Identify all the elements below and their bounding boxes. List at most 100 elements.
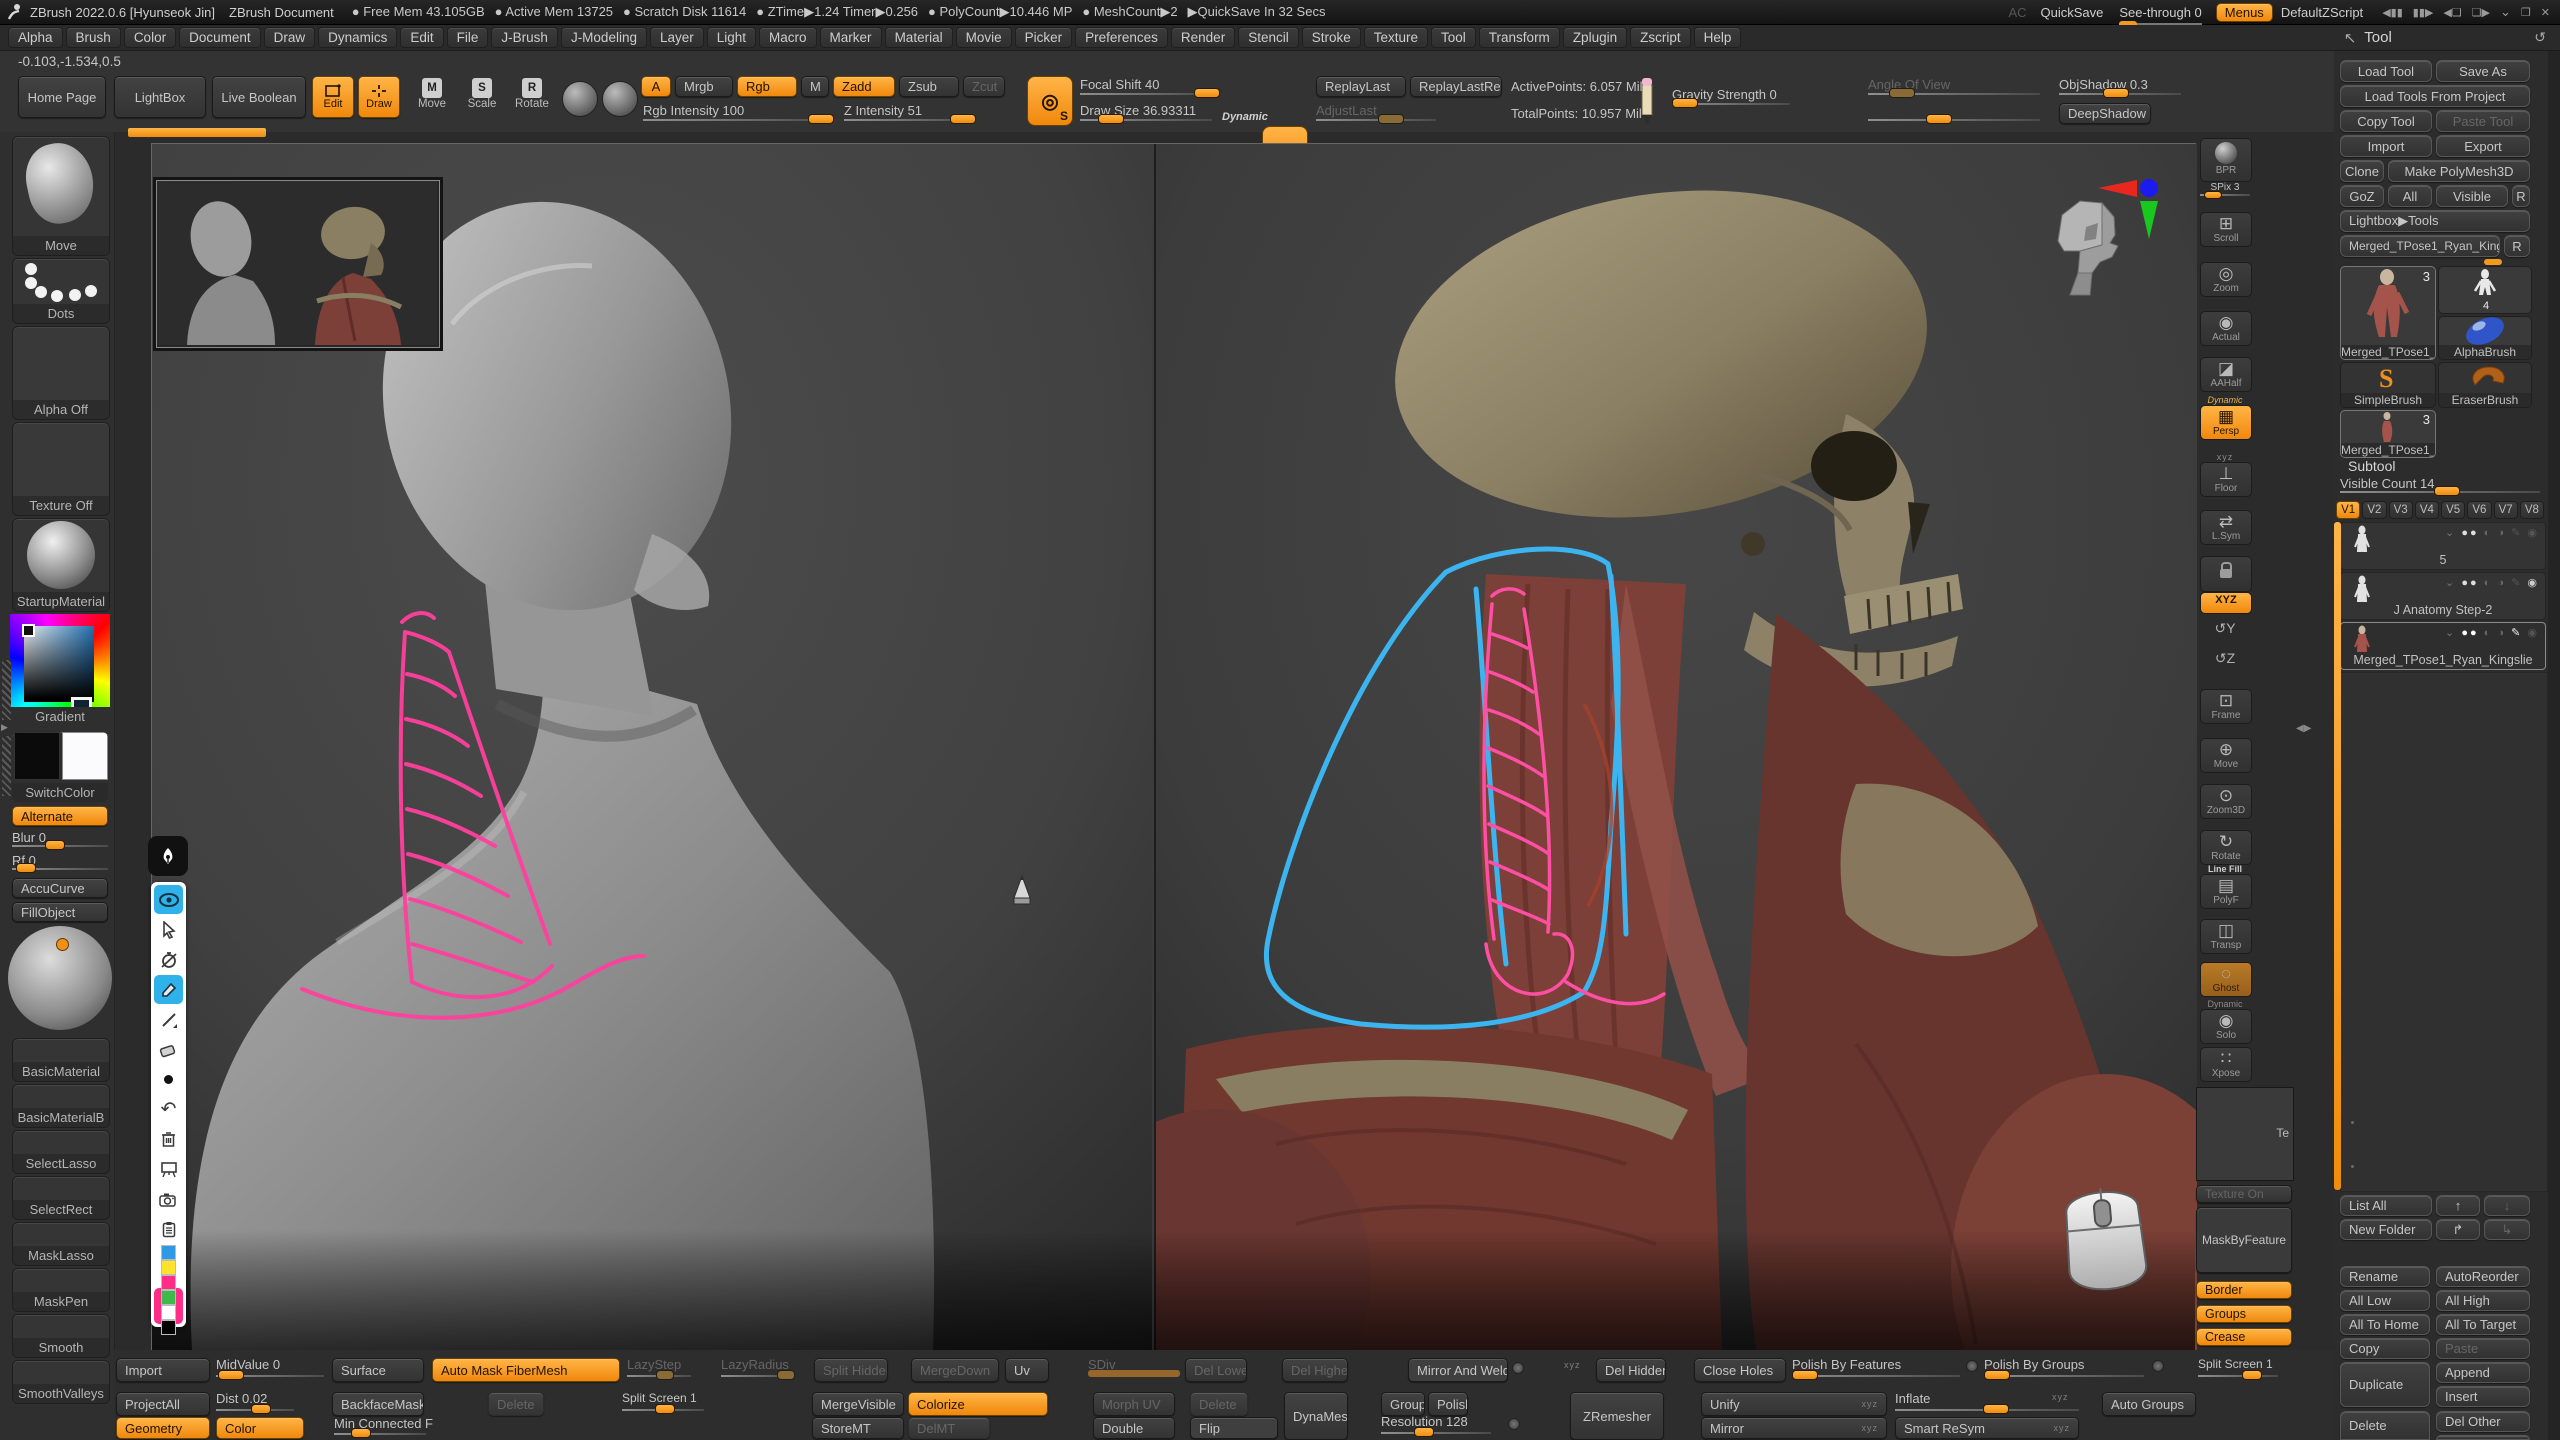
home-page-button[interactable]: Home Page	[18, 76, 106, 118]
append-button[interactable]: Append	[2436, 1362, 2530, 1383]
switch-color[interactable]: SwitchColor	[12, 732, 108, 802]
gravity-strength-slider[interactable]: Gravity Strength 0	[1672, 87, 1790, 109]
live-boolean-button[interactable]: Live Boolean	[212, 76, 306, 118]
close-button[interactable]: ✕	[2541, 6, 2550, 19]
menus-toggle-button[interactable]: Menus	[2216, 3, 2273, 22]
menu-item[interactable]: Marker	[820, 27, 882, 48]
bb-smart-resym-button[interactable]: Smart ReSymxyz	[1895, 1417, 2079, 1439]
bb-mergedown-button[interactable]: MergeDown	[911, 1358, 999, 1382]
strip-actual-button[interactable]: ◉Actual	[2200, 311, 2252, 346]
quick-pick-item[interactable]: BasicMaterialB	[12, 1084, 110, 1128]
adjust-last-slider[interactable]: AdjustLast	[1316, 103, 1436, 125]
load-tool-button[interactable]: Load Tool	[2340, 60, 2432, 82]
strip-floor-button[interactable]: ⊥Floor	[2200, 462, 2252, 497]
bb-double-button[interactable]: Double	[1093, 1417, 1175, 1439]
menu-item[interactable]: Macro	[759, 27, 817, 48]
bb-split-hidden-button[interactable]: Split Hidden	[814, 1358, 888, 1382]
current-material-sphere[interactable]	[8, 926, 112, 1030]
active-tool-name-button[interactable]: Merged_TPose1_Ryan_Kingsli	[2340, 235, 2500, 257]
strip-lock-button[interactable]	[2200, 556, 2252, 592]
menu-item[interactable]: Stroke	[1302, 27, 1361, 48]
strip-zoom3d-button[interactable]: ⊙Zoom3D	[2200, 784, 2252, 819]
lightbox-tools-button[interactable]: Lightbox▶Tools	[2340, 210, 2530, 232]
draw-size-slider[interactable]: Draw Size 36.93311	[1080, 103, 1212, 125]
m-toggle[interactable]: M	[801, 76, 829, 97]
quicksave-button[interactable]: QuickSave	[2041, 5, 2104, 20]
draw-button[interactable]: Draw	[358, 76, 400, 118]
lightbox-button[interactable]: LightBox	[114, 76, 206, 118]
bb-unify-button[interactable]: Unifyxyz	[1701, 1392, 1887, 1416]
menu-item[interactable]: Zscript	[1630, 27, 1691, 48]
fillobject-button[interactable]: FillObject	[12, 902, 108, 922]
strip-polyf-button[interactable]: ▤PolyF	[2200, 874, 2252, 909]
menu-item[interactable]: Render	[1171, 27, 1235, 48]
timer-tool-button[interactable]	[154, 945, 183, 974]
bb-mergevisible-button[interactable]: MergeVisible	[812, 1392, 904, 1416]
strip-rotate-y-button[interactable]: ↺Y	[2200, 618, 2250, 644]
move-subtool-up-button[interactable]: ↑	[2436, 1195, 2480, 1216]
menu-item[interactable]: Dynamics	[318, 27, 397, 48]
strip-persp-button[interactable]: ▦Persp	[2200, 405, 2252, 440]
border-toggle[interactable]: Border	[2196, 1281, 2292, 1299]
reference-image-box[interactable]	[156, 180, 440, 348]
bb-mirror-button[interactable]: Mirrorxyz	[1701, 1417, 1887, 1439]
subtool-item-2[interactable]: ⌄ ●● ◐ ◑ ✎ ◉ J Anatomy Step-2	[2340, 572, 2546, 620]
menu-item[interactable]: Transform	[1479, 27, 1560, 48]
all-to-target-button[interactable]: All To Target	[2436, 1314, 2530, 1335]
strip-scroll-button[interactable]: ⊞Scroll	[2200, 212, 2252, 247]
bb-del-hidden-button[interactable]: Del Hidden	[1596, 1358, 1666, 1382]
brush-size-button[interactable]	[154, 1065, 183, 1094]
lightbox-progress-strip[interactable]	[128, 128, 266, 137]
left-tray-resize-handle-2[interactable]	[2, 736, 11, 796]
bb-backfacemask-button[interactable]: BackfaceMask	[332, 1392, 424, 1416]
viewport-right-anatomy[interactable]	[1154, 144, 2197, 1350]
epic-pen-launcher-button[interactable]	[148, 836, 188, 876]
undo-button[interactable]: ↶	[154, 1095, 183, 1124]
bb-projectall-button[interactable]: ProjectAll	[116, 1392, 210, 1416]
autoreorder-button[interactable]: AutoReorder	[2436, 1266, 2530, 1287]
obj-shadow-slider[interactable]: ObjShadow 0.3	[2059, 77, 2181, 99]
version-tab[interactable]: V6	[2467, 501, 2491, 519]
new-folder-button[interactable]: New Folder	[2340, 1219, 2432, 1240]
version-tab[interactable]: V1	[2336, 501, 2360, 519]
color-palette-button[interactable]	[155, 1245, 183, 1287]
quick-pick-item[interactable]: MaskLasso	[12, 1222, 110, 1266]
strip-xyz-button[interactable]: XYZ	[2200, 592, 2252, 614]
quick-pick-item[interactable]: SelectLasso	[12, 1130, 110, 1174]
angle-of-view-slider[interactable]: Angle Of View	[1868, 77, 2040, 99]
save-as-button[interactable]: Save As	[2436, 60, 2530, 82]
strip-xpose-button[interactable]: ∷Xpose	[2200, 1047, 2252, 1082]
minimize-button[interactable]: ⌄	[2500, 4, 2511, 20]
bb-delmt-button[interactable]: DelMT	[908, 1417, 990, 1439]
deep-shadow-button[interactable]: DeepShadow	[2059, 103, 2151, 124]
menu-item[interactable]: J-Brush	[491, 27, 558, 48]
strip-rotate-z-button[interactable]: ↺Z	[2200, 648, 2250, 674]
stroke-thumb[interactable]: Dots	[12, 258, 110, 324]
menu-item[interactable]: Stencil	[1238, 27, 1299, 48]
menu-item[interactable]: Texture	[1364, 27, 1428, 48]
zcut-toggle[interactable]: Zcut	[963, 76, 1005, 97]
material-sphere-icon[interactable]	[602, 81, 638, 117]
texture-thumb[interactable]: Texture Off	[12, 422, 110, 516]
version-tab[interactable]: V2	[2362, 501, 2386, 519]
version-tab[interactable]: V4	[2415, 501, 2439, 519]
screenshot-button[interactable]	[154, 1185, 183, 1214]
all-low-button[interactable]: All Low	[2340, 1290, 2430, 1311]
bb-lazystep-slider[interactable]: LazyStep	[627, 1357, 691, 1381]
make-polymesh3d-button[interactable]: Make PolyMesh3D	[2388, 160, 2530, 182]
tool-thumb-merged-2[interactable]: 3 Merged_TPose1_	[2340, 410, 2436, 458]
bb-morph-uv-button[interactable]: Morph UV	[1093, 1392, 1175, 1416]
copy-subtool-button[interactable]: Copy	[2340, 1338, 2430, 1359]
menu-item[interactable]: Edit	[400, 27, 443, 48]
pen-tool-button[interactable]	[154, 975, 183, 1004]
bb-surface-button[interactable]: Surface	[332, 1358, 424, 1382]
load-tools-from-project-button[interactable]: Load Tools From Project	[2340, 85, 2530, 107]
menu-item[interactable]: Document	[179, 27, 261, 48]
saturation-square[interactable]	[24, 626, 94, 702]
version-tab[interactable]: V5	[2441, 501, 2465, 519]
import-button[interactable]: Import	[2340, 135, 2432, 157]
zadd-toggle[interactable]: Zadd	[833, 76, 895, 97]
del-other-extra[interactable]	[2436, 1435, 2530, 1440]
color-picker[interactable]: Gradient	[10, 614, 110, 726]
mrgb-toggle[interactable]: Mrgb	[675, 76, 733, 97]
